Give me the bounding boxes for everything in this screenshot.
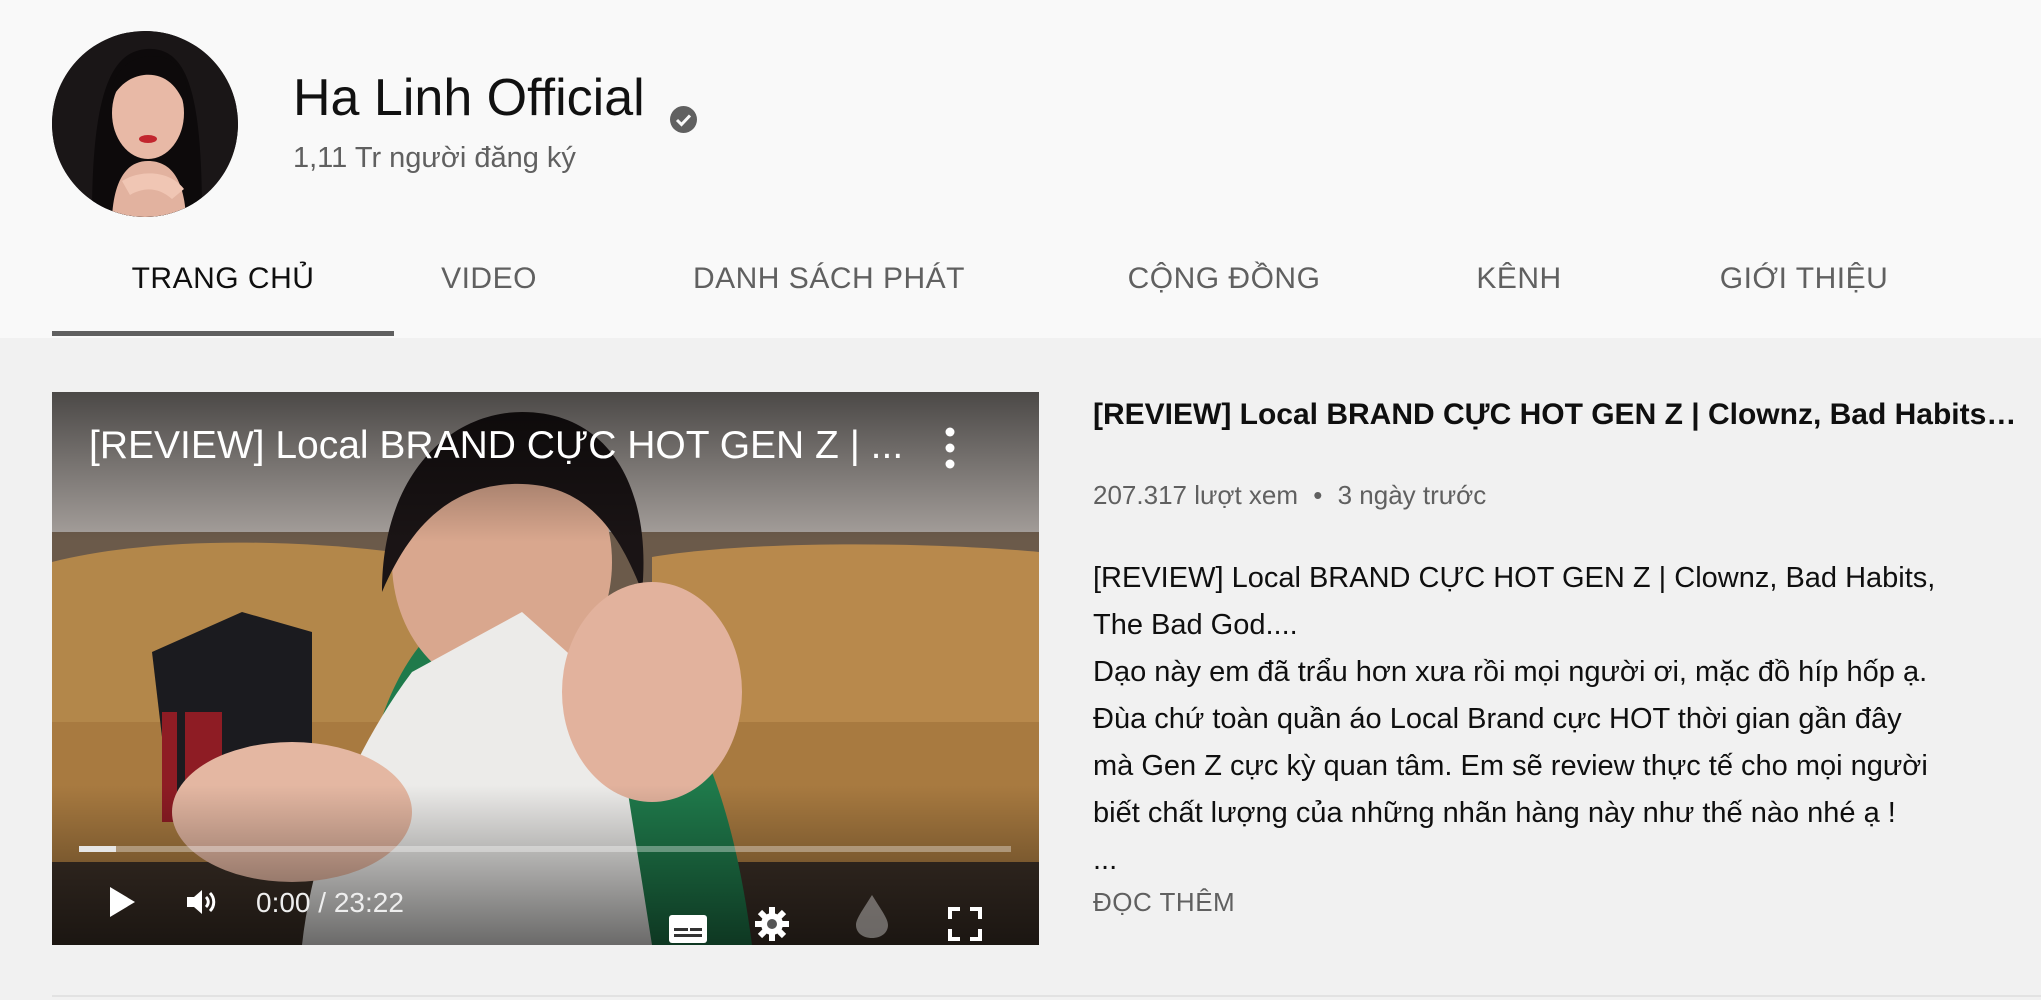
verified-check-icon — [669, 87, 698, 133]
volume-icon[interactable] — [184, 886, 220, 918]
tab-label: KÊNH — [1476, 262, 1562, 295]
description-line: ... — [1093, 844, 1118, 876]
section-divider — [52, 995, 2041, 997]
featured-video-title[interactable]: [REVIEW] Local BRAND CỰC HOT GEN Z | Clo… — [1093, 398, 2023, 432]
tab-about[interactable]: GIỚI THIỆU — [1614, 250, 1994, 338]
channel-tabs: TRANG CHỦ VIDEO DANH SÁCH PHÁT CỘNG ĐỒNG… — [52, 250, 1994, 338]
meta-separator: • — [1313, 480, 1323, 510]
video-player[interactable]: [REVIEW] Local BRAND CỰC HOT GEN Z | ...… — [52, 392, 1039, 945]
tab-community[interactable]: CỘNG ĐỒNG — [1024, 250, 1424, 338]
subscriber-count: 1,11 Tr người đăng ký — [293, 142, 576, 174]
channel-header: Ha Linh Official 1,11 Tr người đăng ký T… — [0, 0, 2041, 338]
player-time: 0:00 / 23:22 — [256, 887, 404, 918]
subtitles-icon[interactable] — [668, 912, 708, 945]
tab-label: CỘNG ĐỒNG — [1127, 262, 1321, 295]
read-more-link[interactable]: ĐỌC THÊM — [1093, 887, 1235, 918]
video-meta: 207.317 lượt xem • 3 ngày trước — [1093, 480, 1486, 511]
channel-avatar[interactable] — [52, 31, 238, 217]
tab-label: TRANG CHỦ — [131, 262, 315, 295]
description-line: Đùa chứ toàn quần áo Local Brand cực HOT… — [1093, 703, 1902, 735]
tab-videos[interactable]: VIDEO — [344, 250, 634, 338]
upload-age: 3 ngày trước — [1337, 480, 1487, 510]
description-line: Dạo này em đã trẩu hơn xưa rồi mọi người… — [1093, 656, 1928, 688]
description-line: [REVIEW] Local BRAND CỰC HOT GEN Z | Clo… — [1093, 562, 1936, 594]
tab-channels[interactable]: KÊNH — [1424, 250, 1614, 338]
progress-bar[interactable] — [79, 846, 1011, 852]
play-icon[interactable] — [104, 884, 140, 920]
description-line: mà Gen Z cực kỳ quan tâm. Em sẽ review t… — [1093, 750, 1928, 782]
avatar-image — [52, 31, 238, 217]
tab-label: DANH SÁCH PHÁT — [692, 262, 966, 295]
description-line: biết chất lượng của những nhãn hàng này … — [1093, 797, 1896, 829]
channel-name[interactable]: Ha Linh Official — [293, 68, 698, 133]
settings-icon[interactable] — [752, 904, 792, 944]
fullscreen-icon[interactable] — [945, 904, 985, 944]
tab-home[interactable]: TRANG CHỦ — [52, 250, 394, 338]
player-video-title[interactable]: [REVIEW] Local BRAND CỰC HOT GEN Z | ... — [89, 424, 949, 468]
tab-label: GIỚI THIỆU — [1719, 262, 1889, 295]
description-line: The Bad God.... — [1093, 609, 1298, 641]
view-count: 207.317 lượt xem — [1093, 480, 1299, 510]
video-description: [REVIEW] Local BRAND CỰC HOT GEN Z | Clo… — [1093, 555, 2033, 884]
more-vert-icon[interactable] — [940, 426, 960, 470]
tab-label: VIDEO — [441, 262, 537, 295]
channel-name-text: Ha Linh Official — [293, 69, 645, 127]
progress-fill — [79, 846, 117, 852]
tab-playlists[interactable]: DANH SÁCH PHÁT — [634, 250, 1024, 338]
watermark-icon[interactable] — [852, 892, 892, 940]
